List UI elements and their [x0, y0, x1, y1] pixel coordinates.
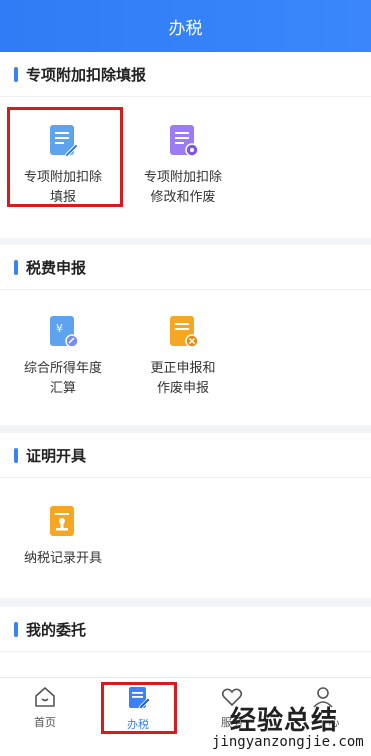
section-header[interactable]: 我的委托	[0, 607, 371, 652]
page-header: 办税	[0, 0, 371, 52]
section-header: 税费申报	[0, 245, 371, 290]
cancel-document-icon	[168, 315, 199, 349]
section-header: 证明开具	[0, 433, 371, 478]
section-accent-bar	[14, 66, 18, 82]
section-header: 专项附加扣除填报	[0, 52, 371, 97]
highlight-box-tab-tax	[101, 682, 177, 734]
section-my-delegations: 我的委托	[0, 607, 371, 677]
bottom-tab-bar: 首页 办税 服务 心	[0, 677, 371, 756]
section-tax-declaration: 税费申报 ¥ 综合所得年度 汇算 更正申报和 作废申报	[0, 245, 371, 425]
tab-profile[interactable]: 心	[293, 686, 353, 730]
section-title: 我的委托	[26, 620, 87, 639]
home-icon	[15, 686, 75, 712]
section-accent-bar	[14, 621, 18, 637]
heart-hand-icon	[202, 686, 262, 712]
person-icon	[293, 686, 353, 712]
tab-service[interactable]: 服务	[202, 686, 262, 730]
document-settings-icon	[168, 124, 199, 158]
section-accent-bar	[14, 259, 18, 275]
section-title: 证明开具	[26, 446, 87, 465]
tile-label: 专项附加扣除 修改和作废	[143, 170, 222, 205]
tile-annual-settlement[interactable]: ¥ 综合所得年度 汇算	[8, 315, 118, 399]
section-accent-bar	[14, 447, 18, 463]
tile-tax-record[interactable]: 纳税记录开具	[8, 505, 118, 569]
page-title: 办税	[168, 18, 203, 39]
tab-label: 心	[328, 716, 340, 729]
tile-label: 更正申报和 作废申报	[150, 361, 216, 396]
section-title: 税费申报	[26, 258, 87, 277]
highlight-box-deduction-fill	[7, 107, 123, 207]
yuan-document-icon: ¥	[48, 315, 79, 349]
stamp-document-icon	[48, 505, 78, 539]
svg-text:¥: ¥	[56, 322, 63, 335]
tab-home[interactable]: 首页	[15, 686, 75, 730]
tile-label: 纳税记录开具	[23, 551, 102, 566]
section-title: 专项附加扣除填报	[26, 65, 147, 84]
tab-label: 首页	[34, 716, 56, 729]
tab-label: 服务	[221, 716, 243, 729]
tile-label: 综合所得年度 汇算	[23, 361, 102, 396]
tile-deduction-modify[interactable]: 专项附加扣除 修改和作废	[128, 124, 238, 208]
tile-correct-cancel[interactable]: 更正申报和 作废申报	[128, 315, 238, 399]
section-certificates: 证明开具 纳税记录开具	[0, 433, 371, 598]
